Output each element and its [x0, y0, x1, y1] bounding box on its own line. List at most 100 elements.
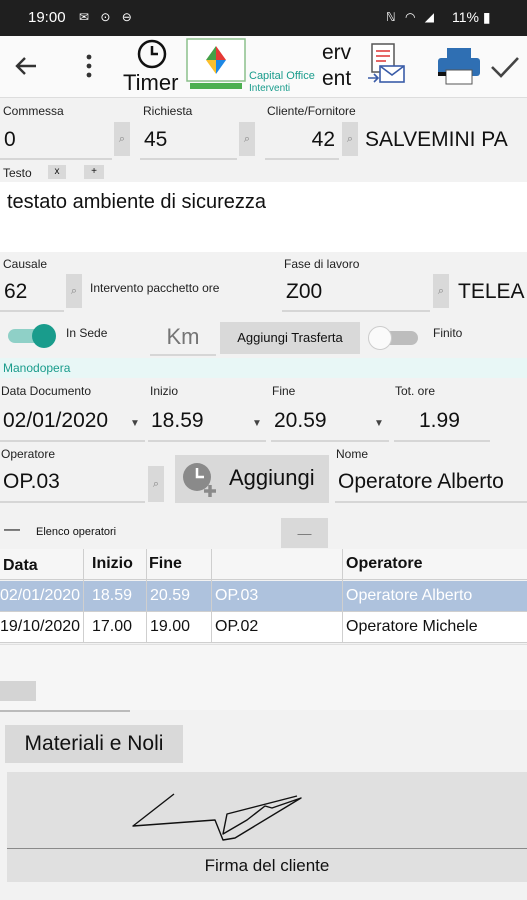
logo-subtitle-2: Interventi: [249, 83, 291, 94]
cell-fine: 19.00: [150, 618, 191, 635]
collapse-minus-icon[interactable]: —: [4, 521, 20, 539]
manodopera-label: Manodopera: [3, 361, 71, 375]
commessa-field[interactable]: 0: [0, 124, 112, 160]
commessa-label: Commessa: [3, 104, 64, 118]
inizio-field[interactable]: 18.59: [148, 404, 266, 442]
table-row[interactable]: 02/01/2020 18.59 20.59 OP.03 Operatore A…: [0, 581, 527, 612]
finito-label: Finito: [433, 326, 463, 340]
column-divider: [211, 549, 212, 643]
app-title-fragment: erv: [322, 41, 352, 64]
divider: [0, 710, 130, 712]
column-header-fine[interactable]: Fine: [146, 549, 211, 579]
cliente-search-icon[interactable]: ⌕: [342, 122, 358, 156]
aggiungi-trasferta-button[interactable]: Aggiungi Trasferta: [220, 322, 360, 354]
signature-image: [127, 784, 317, 849]
confirm-check-icon[interactable]: [490, 54, 520, 80]
cell-fine: 20.59: [150, 587, 191, 604]
chevron-down-icon: ▼: [130, 418, 140, 429]
elenco-operatori-label: Elenco operatori: [36, 526, 117, 538]
tot-ore-field: 1.99: [394, 404, 490, 442]
finito-toggle[interactable]: [368, 326, 422, 350]
km-input[interactable]: [150, 320, 216, 356]
column-header-inizio[interactable]: Inizio: [89, 549, 147, 579]
signature-pad[interactable]: Firma del cliente: [7, 772, 527, 882]
app-logo: [186, 38, 246, 90]
remove-operatore-button[interactable]: —: [281, 518, 328, 548]
inizio-label: Inizio: [150, 384, 179, 398]
cell-data: 19/10/2020: [0, 618, 81, 635]
tot-ore-label: Tot. ore: [395, 384, 436, 398]
logo-subtitle: Capital Office: [249, 70, 315, 82]
operatori-table: Data Inizio Fine Operatore 02/01/2020 18…: [0, 549, 527, 643]
cell-operatore: Operatore Alberto: [346, 587, 473, 604]
clock: 19:00: [28, 9, 66, 26]
cell-operatore: Operatore Michele: [346, 618, 478, 635]
table-empty-area: [0, 644, 527, 710]
table-header: Data Inizio Fine Operatore: [0, 549, 527, 580]
battery-indicator: 11% ▮: [452, 9, 491, 25]
aggiungi-operatore-button[interactable]: Aggiungi: [175, 455, 329, 503]
signal-icons: ℕ ◠ ◢: [386, 10, 437, 24]
data-documento-label: Data Documento: [1, 384, 92, 398]
cliente-label: Cliente/Fornitore: [267, 104, 356, 118]
causale-search-icon[interactable]: ⌕: [66, 274, 82, 308]
cell-inizio: 17.00: [92, 618, 133, 635]
testo-clear-button[interactable]: x: [48, 165, 66, 179]
cell-code: OP.03: [215, 587, 259, 604]
send-document-icon[interactable]: [366, 42, 410, 88]
aggiungi-label: Aggiungi: [229, 465, 315, 490]
horizontal-scrollbar-thumb[interactable]: [0, 681, 36, 701]
add-time-icon: [179, 459, 219, 504]
column-divider: [83, 549, 84, 643]
commessa-search-icon[interactable]: ⌕: [114, 122, 130, 156]
cell-inizio: 18.59: [92, 587, 133, 604]
fine-label: Fine: [272, 384, 296, 398]
testo-value: testato ambiente di sicurezza: [7, 191, 267, 213]
fase-search-icon[interactable]: ⌕: [433, 274, 449, 308]
causale-description: Intervento pacchetto ore: [90, 281, 220, 295]
overflow-menu-icon[interactable]: [84, 54, 94, 80]
testo-label: Testo: [3, 166, 32, 180]
fase-description: TELEA: [458, 280, 525, 303]
column-header-data[interactable]: Data: [0, 551, 82, 581]
app-bar: Timer Capital Office Interventi erv ent: [0, 36, 527, 98]
nome-label: Nome: [336, 447, 369, 461]
operatore-search-icon[interactable]: ⌕: [148, 466, 164, 502]
table-row[interactable]: 19/10/2020 17.00 19.00 OP.02 Operatore M…: [0, 612, 527, 643]
cell-code: OP.02: [215, 618, 259, 635]
cliente-name: SALVEMINI PA: [365, 128, 508, 151]
in-sede-label: In Sede: [66, 326, 108, 340]
causale-label: Causale: [3, 257, 48, 271]
column-divider: [342, 549, 343, 643]
data-documento-field[interactable]: 02/01/2020: [0, 404, 145, 442]
materiali-noli-button[interactable]: Materiali e Noli: [5, 725, 183, 763]
print-icon[interactable]: [436, 46, 482, 86]
firma-cliente-label: Firma del cliente: [204, 856, 330, 875]
in-sede-toggle[interactable]: [6, 324, 58, 348]
signature-line: [7, 848, 527, 849]
fase-field[interactable]: Z00: [282, 276, 430, 312]
timer-button[interactable]: Timer: [120, 36, 186, 98]
chevron-down-icon: ▼: [374, 418, 384, 429]
notification-icons: ✉ ⊙ ⊖: [79, 10, 136, 24]
causale-field[interactable]: 62: [0, 276, 64, 312]
fine-field[interactable]: 20.59: [271, 404, 389, 442]
richiesta-search-icon[interactable]: ⌕: [239, 122, 255, 156]
back-arrow-icon[interactable]: [12, 52, 40, 80]
nome-field: Operatore Alberto: [335, 465, 527, 503]
operatore-label: Operatore: [1, 447, 56, 461]
status-bar: 19:00 ✉ ⊙ ⊖ ℕ ◠ ◢ 11% ▮: [0, 0, 527, 36]
testo-add-button[interactable]: +: [84, 165, 104, 179]
cliente-code-field[interactable]: 42: [265, 124, 339, 160]
richiesta-label: Richiesta: [143, 104, 193, 118]
timer-label: Timer: [123, 70, 179, 95]
fase-label: Fase di lavoro: [284, 257, 360, 271]
operatore-field[interactable]: OP.03: [0, 465, 145, 503]
richiesta-field[interactable]: 45: [140, 124, 237, 160]
column-header-operatore[interactable]: Operatore: [343, 549, 527, 579]
column-divider: [146, 549, 147, 643]
testo-textarea[interactable]: testato ambiente di sicurezza: [0, 182, 527, 252]
manodopera-section-bar: Manodopera: [0, 358, 527, 378]
app-title-fragment-2: ent: [322, 67, 352, 90]
chevron-down-icon: ▼: [252, 418, 262, 429]
